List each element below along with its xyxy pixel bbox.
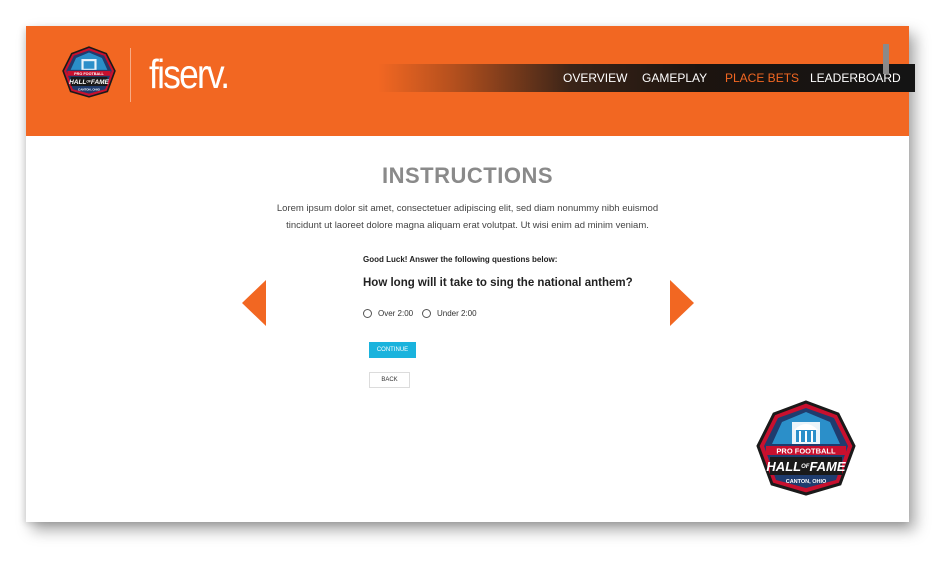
radio-button-over[interactable] — [363, 308, 372, 318]
good-luck-text: Good Luck! Answer the following question… — [363, 255, 558, 264]
page-title: INSTRUCTIONS — [382, 163, 553, 188]
instructions-line-1: Lorem ipsum dolor sit amet, consectetuer… — [276, 203, 659, 214]
continue-button[interactable]: CONTINUE — [369, 342, 416, 358]
nav-item-gameplay[interactable]: GAMEPLAY — [642, 64, 707, 92]
back-button[interactable]: BACK — [369, 372, 410, 388]
radio-button-under[interactable] — [422, 308, 431, 318]
header-divider — [130, 48, 131, 102]
option-label-under: Under 2:00 — [437, 308, 477, 318]
nav-item-place-bets[interactable]: PLACE BETS — [725, 64, 799, 92]
header-bar: PRO FOOTBALL HALLOFFAME CANTON, OHIO fis… — [26, 26, 915, 136]
option-under-2-00[interactable]: Under 2:00 — [422, 307, 477, 319]
option-label-over: Over 2:00 — [378, 308, 414, 318]
option-over-2-00[interactable]: Over 2:00 — [363, 307, 413, 319]
instructions-text: Lorem ipsum dolor sit amet, consectetuer… — [246, 200, 689, 234]
nav-bar-scroll-edge — [883, 44, 889, 74]
app-frame: PRO FOOTBALL HALLOFFAME CANTON, OHIO fis… — [26, 26, 915, 522]
hall-of-fame-logo-large: PRO FOOTBALL HALLOFFAME CANTON, OHIO — [756, 400, 856, 496]
next-arrow-icon[interactable] — [670, 280, 694, 326]
badge-text-line1: PRO FOOTBALL — [776, 447, 836, 456]
fiserv-logo[interactable]: fiserv. — [149, 52, 230, 96]
hall-of-fame-logo-small[interactable]: PRO FOOTBALL HALLOFFAME CANTON, OHIO — [62, 46, 116, 98]
logo-text-line1: PRO FOOTBALL — [74, 72, 104, 76]
logo-text-line3: CANTON, OHIO — [78, 87, 101, 91]
previous-arrow-icon[interactable] — [242, 280, 266, 326]
nav-item-overview[interactable]: OVERVIEW — [563, 64, 627, 92]
nav-bar: OVERVIEW GAMEPLAY PLACE BETS LEADERBOARD — [378, 64, 915, 92]
badge-text-line3: CANTON, OHIO — [786, 479, 827, 485]
instructions-line-2: tincidunt ut laoreet dolore magna aliqua… — [286, 220, 649, 231]
question-text: How long will it take to sing the nation… — [363, 277, 633, 289]
